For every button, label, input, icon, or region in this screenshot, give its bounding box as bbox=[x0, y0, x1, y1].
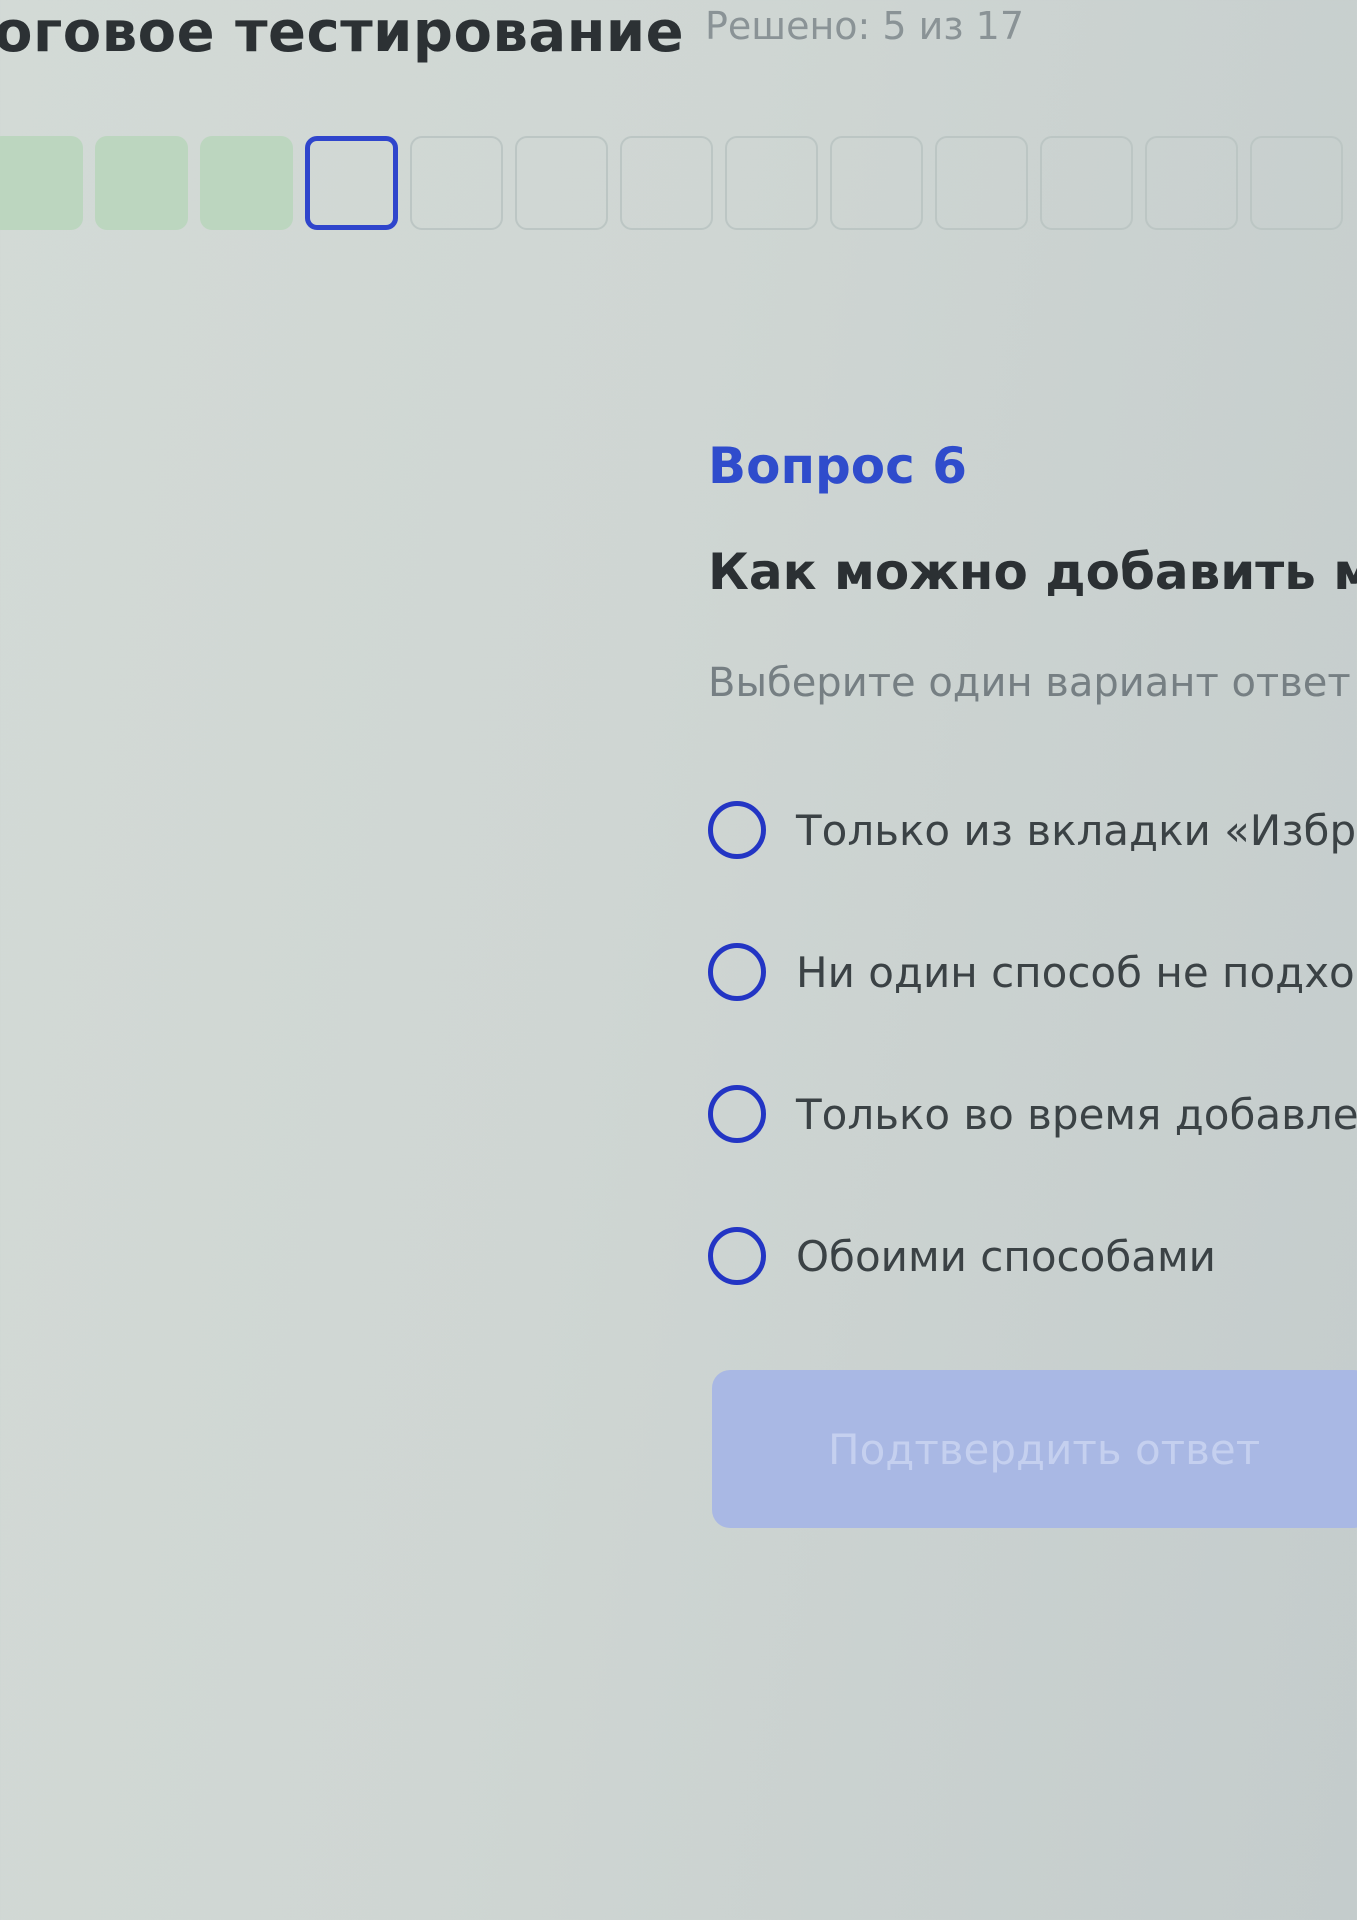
answer-option-label: Ни один способ не подхо bbox=[796, 947, 1355, 997]
confirm-answer-button[interactable]: Подтвердить ответ bbox=[712, 1370, 1357, 1528]
question-nav-cell-todo[interactable] bbox=[515, 136, 608, 230]
question-nav-cell-current[interactable] bbox=[305, 136, 398, 230]
answer-option-4[interactable]: Обоими способами bbox=[708, 1221, 1357, 1291]
question-text: Как можно добавить ма bbox=[708, 543, 1357, 601]
answer-option-label: Только во время добавле bbox=[796, 1089, 1357, 1139]
question-nav-cell-todo[interactable] bbox=[620, 136, 713, 230]
question-nav-cell-todo[interactable] bbox=[1145, 136, 1238, 230]
question-nav-cell-todo[interactable] bbox=[410, 136, 503, 230]
answer-option-3[interactable]: Только во время добавле bbox=[708, 1079, 1357, 1149]
answer-options: Только из вкладки «Избр Ни один способ н… bbox=[708, 795, 1357, 1363]
answer-option-label: Только из вкладки «Избр bbox=[796, 805, 1357, 855]
question-nav-cell-done[interactable] bbox=[95, 136, 188, 230]
question-nav-cell-todo[interactable] bbox=[830, 136, 923, 230]
question-nav-cell-done[interactable] bbox=[200, 136, 293, 230]
question-nav-cell-todo[interactable] bbox=[935, 136, 1028, 230]
progress-counter: Решено: 5 из 17 bbox=[705, 4, 1025, 48]
answer-option-label: Обоими способами bbox=[796, 1231, 1216, 1281]
question-nav-cell-todo[interactable] bbox=[1250, 136, 1343, 230]
radio-circle-icon[interactable] bbox=[708, 1085, 766, 1143]
answer-option-1[interactable]: Только из вкладки «Избр bbox=[708, 795, 1357, 865]
radio-circle-icon[interactable] bbox=[708, 1227, 766, 1285]
question-nav-cell-todo[interactable] bbox=[1040, 136, 1133, 230]
question-nav-cell-done[interactable] bbox=[0, 136, 83, 230]
question-number: Вопрос 6 bbox=[708, 437, 967, 495]
radio-circle-icon[interactable] bbox=[708, 801, 766, 859]
answer-option-2[interactable]: Ни один способ не подхо bbox=[708, 937, 1357, 1007]
question-navigation bbox=[0, 136, 1343, 234]
page-title: оговое тестирование bbox=[0, 0, 685, 65]
answer-instruction: Выберите один вариант ответ bbox=[708, 660, 1351, 706]
question-nav-cell-todo[interactable] bbox=[725, 136, 818, 230]
radio-circle-icon[interactable] bbox=[708, 943, 766, 1001]
